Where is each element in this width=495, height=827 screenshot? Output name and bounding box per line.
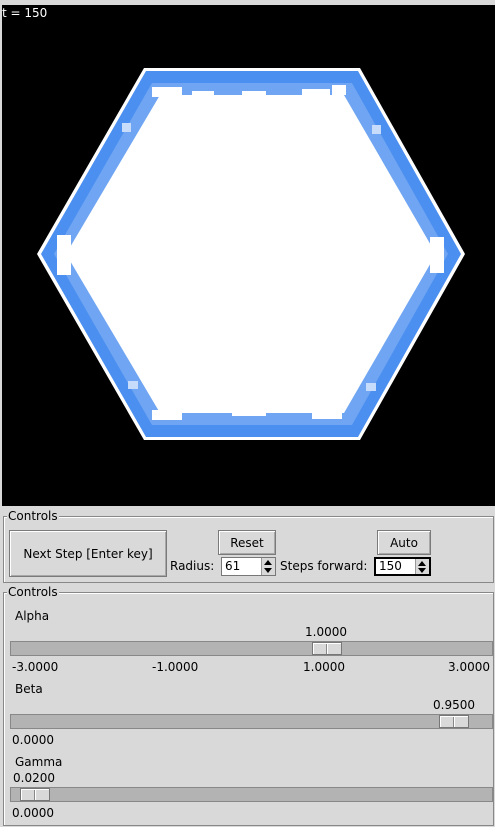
- beta-slider[interactable]: [10, 714, 493, 729]
- alpha-tick-3: 1.0000: [303, 660, 345, 674]
- steps-forward-label: Steps forward:: [280, 559, 368, 573]
- alpha-tick-min: -3.0000: [12, 660, 59, 674]
- beta-label: Beta: [15, 682, 43, 696]
- gamma-tick-min: 0.0000: [12, 806, 54, 820]
- beta-tick-min: 0.0000: [12, 733, 54, 747]
- next-step-button[interactable]: Next Step [Enter key]: [9, 530, 167, 577]
- steps-forward-spinbox[interactable]: 150: [374, 557, 431, 576]
- alpha-slider-thumb[interactable]: [312, 642, 342, 655]
- gamma-slider[interactable]: [10, 787, 493, 802]
- spin-up-icon[interactable]: [418, 561, 426, 566]
- spin-down-icon[interactable]: [264, 568, 272, 573]
- radius-spinbox[interactable]: 61: [221, 557, 276, 576]
- gamma-slider-thumb[interactable]: [20, 788, 50, 801]
- auto-button[interactable]: Auto: [377, 530, 431, 555]
- alpha-tick-max: 3.0000: [448, 660, 490, 674]
- alpha-slider[interactable]: [10, 641, 493, 656]
- beta-slider-thumb[interactable]: [439, 715, 469, 728]
- alpha-tick-2: -1.0000: [152, 660, 199, 674]
- beta-value: 0.9500: [433, 698, 475, 712]
- steps-forward-value[interactable]: 150: [379, 559, 402, 573]
- steps-spin-arrows[interactable]: [415, 559, 429, 574]
- controls-title-top: Controls: [7, 509, 59, 523]
- radius-label: Radius:: [170, 559, 215, 573]
- alpha-label: Alpha: [15, 609, 50, 623]
- spin-down-icon[interactable]: [418, 568, 426, 573]
- gamma-label: Gamma: [15, 755, 63, 769]
- alpha-value: 1.0000: [305, 625, 347, 639]
- radius-value[interactable]: 61: [225, 559, 240, 573]
- controls-title-params: Controls: [7, 585, 59, 599]
- gamma-value: 0.0200: [13, 771, 55, 785]
- simulation-canvas: t = 150: [2, 5, 495, 506]
- snowflake-crystal: [37, 68, 465, 440]
- reset-button[interactable]: Reset: [218, 530, 276, 555]
- spin-up-icon[interactable]: [264, 560, 272, 565]
- radius-spin-arrows[interactable]: [261, 558, 275, 575]
